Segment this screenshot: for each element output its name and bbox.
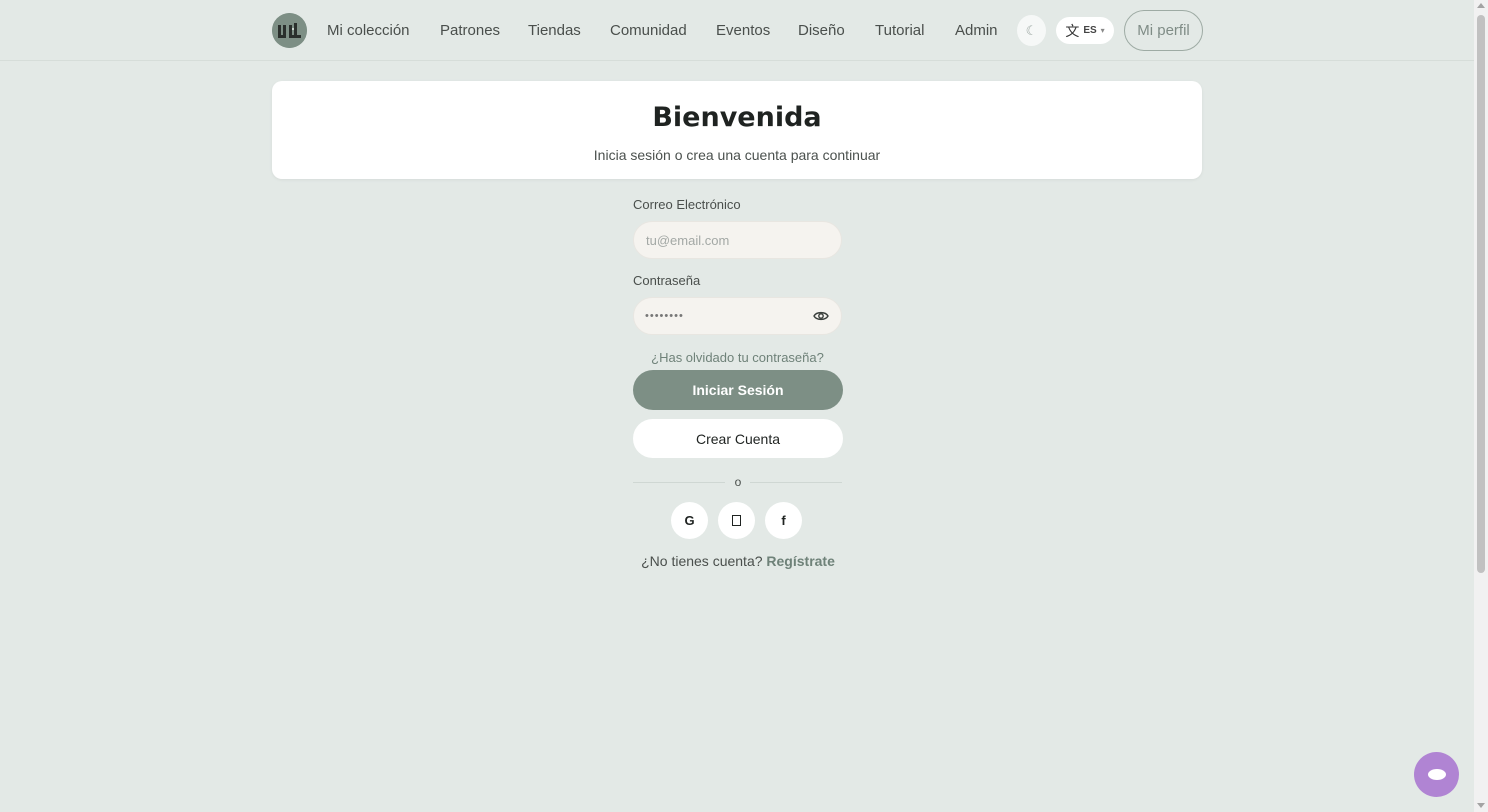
facebook-login-button[interactable]: f	[765, 502, 802, 539]
nav-item-comunidad[interactable]: Comunidad	[610, 21, 687, 41]
eye-icon[interactable]	[813, 309, 829, 323]
welcome-card: Bienvenida Inicia sesión o crea una cuen…	[272, 81, 1202, 179]
top-navigation: Mi colección Patrones Tiendas Comunidad …	[0, 0, 1474, 61]
scroll-up-icon[interactable]	[1477, 3, 1485, 8]
page-subtitle: Inicia sesión o crea una cuenta para con…	[593, 147, 881, 163]
translate-icon: 文	[1065, 22, 1080, 39]
signup-prompt: ¿No tienes cuenta?	[641, 553, 763, 569]
facebook-icon: f	[781, 513, 786, 528]
forgot-password-link[interactable]: ¿Has olvidado tu contraseña?	[633, 350, 842, 366]
logo-icon	[272, 13, 307, 48]
chat-button[interactable]	[1414, 752, 1459, 797]
create-account-button[interactable]: Crear Cuenta	[633, 419, 843, 458]
apple-icon	[732, 515, 741, 526]
divider-left	[633, 482, 725, 483]
google-login-button[interactable]: G	[671, 502, 708, 539]
nav-item-patrones[interactable]: Patrones	[440, 21, 500, 41]
nav-item-mi-coleccion[interactable]: Mi colección	[327, 21, 410, 41]
password-label: Contraseña	[633, 273, 701, 288]
scroll-thumb[interactable]	[1477, 15, 1485, 573]
language-code: ES	[1083, 25, 1097, 36]
nav-item-tiendas[interactable]: Tiendas	[528, 21, 581, 41]
password-mask: ••••••••	[645, 310, 684, 322]
divider-text: o	[734, 475, 742, 489]
chat-icon	[1427, 769, 1446, 780]
language-selector[interactable]: 文 ES ▾	[1056, 17, 1114, 44]
page-title: Bienvenida	[652, 102, 822, 133]
email-field[interactable]	[633, 221, 842, 259]
apple-login-button[interactable]	[718, 502, 755, 539]
theme-toggle-button[interactable]: ☾	[1017, 15, 1046, 46]
signup-prompt-row: ¿No tienes cuenta? Regístrate	[600, 553, 876, 570]
signup-link[interactable]: Regístrate	[766, 553, 834, 569]
nav-item-tutorial[interactable]: Tutorial	[875, 21, 924, 41]
scroll-down-icon[interactable]	[1477, 803, 1485, 808]
divider-right	[750, 482, 842, 483]
nav-item-admin[interactable]: Admin	[955, 21, 998, 41]
chevron-down-icon: ▾	[1100, 26, 1105, 35]
scrollbar[interactable]	[1474, 0, 1488, 812]
profile-button[interactable]: Mi perfil	[1124, 10, 1203, 51]
moon-icon: ☾	[1025, 22, 1038, 38]
email-label: Correo Electrónico	[633, 197, 741, 212]
brand-logo[interactable]	[272, 13, 307, 48]
nav-item-diseno[interactable]: Diseño	[798, 21, 845, 41]
login-button[interactable]: Iniciar Sesión	[633, 370, 843, 410]
google-icon: G	[684, 513, 695, 528]
nav-item-eventos[interactable]: Eventos	[716, 21, 770, 41]
